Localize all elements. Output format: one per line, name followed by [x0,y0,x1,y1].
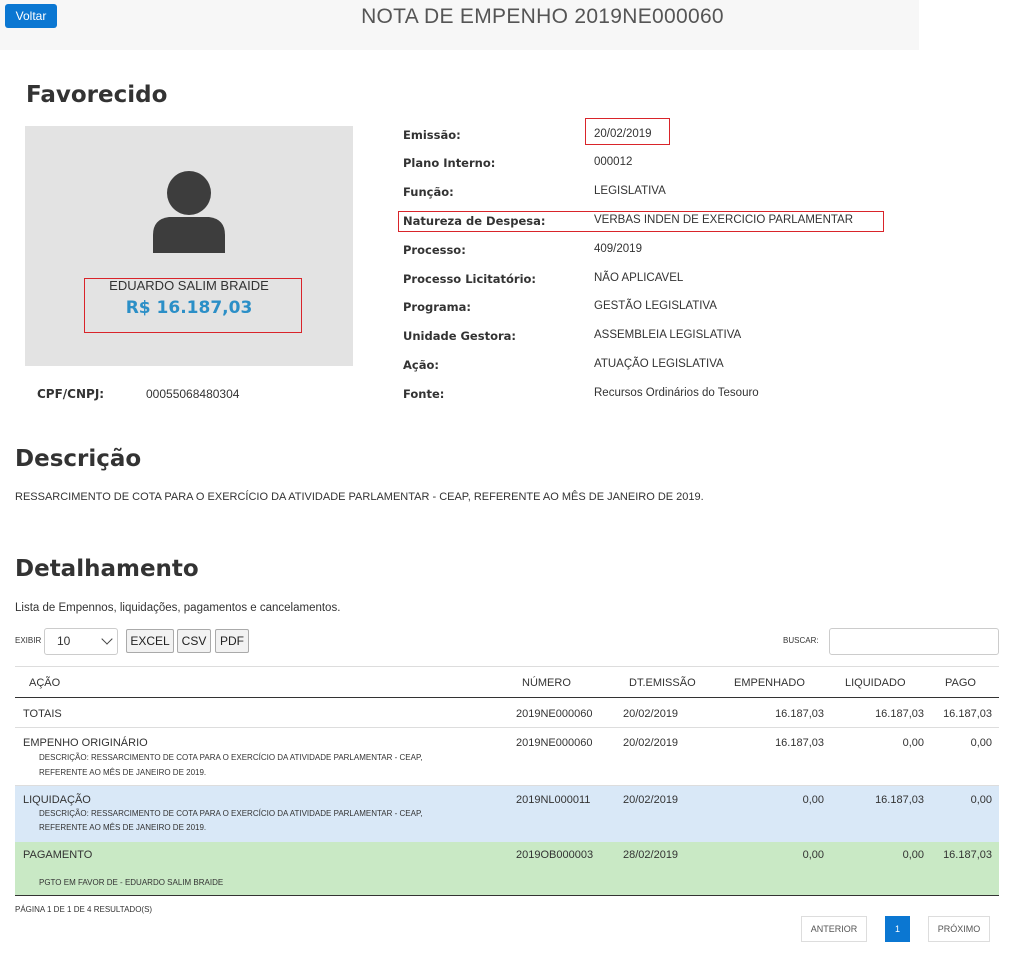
info-label: Emissão: [403,128,461,142]
next-page-button[interactable]: PRÓXIMO [928,916,990,942]
info-row-acao: Ação: ATUAÇÃO LEGISLATIVA [403,358,903,378]
column-header-dt-emissao[interactable]: DT.EMISSÃO [629,677,696,689]
cpf-value: 00055068480304 [146,387,240,401]
table-top-border [15,666,999,667]
info-label: Função: [403,185,454,199]
csv-button[interactable]: CSV [177,629,211,653]
table-row-empenho: EMPENHO ORIGINÁRIO DESCRIÇÃO: RESSARCIME… [15,728,999,786]
cell-liquidado: 16.187,03 [875,708,924,720]
info-value: GESTÃO LEGISLATIVA [594,300,717,312]
cell-acao: TOTAIS [23,708,62,720]
cell-description: REFERENTE AO MÊS DE JANEIRO DE 2019. [39,823,207,832]
cell-numero: 2019NL000011 [516,794,591,806]
table-row-liquidacao: LIQUIDAÇÃO DESCRIÇÃO: RESSARCIMENTO DE C… [15,786,999,842]
page-size-select[interactable]: 10 [44,628,118,655]
cell-numero: 2019NE000060 [516,708,593,720]
info-label: Fonte: [403,387,445,401]
highlight-box [398,211,884,232]
info-value: 409/2019 [594,243,642,255]
column-header-numero[interactable]: NÚMERO [522,677,571,689]
info-label: Ação: [403,358,439,372]
chevron-down-icon [101,633,113,645]
cell-description: PGTO EM FAVOR DE - EDUARDO SALIM BRAIDE [39,878,224,887]
info-row-plano-interno: Plano Interno: 000012 [403,156,903,176]
info-row-processo: Processo: 409/2019 [403,243,903,263]
cell-numero: 2019OB000003 [516,849,594,861]
previous-page-button[interactable]: ANTERIOR [801,916,867,942]
info-row-programa: Programa: GESTÃO LEGISLATIVA [403,300,903,320]
info-label: Unidade Gestora: [403,329,517,343]
info-value: ATUAÇÃO LEGISLATIVA [594,358,724,370]
info-value: LEGISLATIVA [594,185,666,197]
table-row-totais: TOTAIS 2019NE000060 20/02/2019 16.187,03… [15,698,999,728]
info-row-fonte: Fonte: Recursos Ordinários do Tesouro [403,387,903,407]
cell-data: 28/02/2019 [623,849,679,861]
cell-liquidado: 0,00 [902,849,924,861]
user-icon [153,171,225,253]
info-value: ASSEMBLEIA LEGISLATIVA [594,329,742,341]
page-title: NOTA DE EMPENHO 2019NE000060 [361,5,724,28]
pdf-button[interactable]: PDF [215,629,249,653]
info-row-unidade-gestora: Unidade Gestora: ASSEMBLEIA LEGISLATIVA [403,329,903,349]
highlight-box [84,278,302,333]
cell-description: DESCRIÇÃO: RESSARCIMENTO DE COTA PARA O … [39,809,423,818]
cell-pago: 16.187,03 [943,708,992,720]
cell-pago: 0,00 [970,737,992,749]
column-header-empenhado[interactable]: EMPENHADO [734,677,805,689]
cell-empenhado: 16.187,03 [775,737,824,749]
detalhamento-subtitle: Lista de Empennos, liquidações, pagament… [15,602,341,614]
cell-acao: PAGAMENTO [23,849,93,861]
current-page-button[interactable]: 1 [885,916,910,942]
descricao-heading: Descrição [15,446,142,472]
detalhamento-heading: Detalhamento [15,556,199,582]
exibir-label: EXIBIR [15,636,42,645]
column-header-acao[interactable]: AÇÃO [29,677,60,689]
info-label: Processo Licitatório: [403,272,537,286]
column-header-pago[interactable]: PAGO [945,677,976,689]
table-row-pagamento: PAGAMENTO PGTO EM FAVOR DE - EDUARDO SAL… [15,842,999,895]
info-label: Programa: [403,300,472,314]
highlight-box [585,118,670,145]
info-value: Recursos Ordinários do Tesouro [594,387,759,399]
buscar-label: BUSCAR: [783,636,819,645]
descricao-text: RESSARCIMENTO DE COTA PARA O EXERCÍCIO D… [15,491,704,503]
info-label: Processo: [403,243,466,257]
info-row-funcao: Função: LEGISLATIVA [403,185,903,205]
cell-empenhado: 16.187,03 [775,708,824,720]
pagination-info: PÁGINA 1 DE 1 DE 4 RESULTADO(S) [15,905,153,914]
column-header-liquidado[interactable]: LIQUIDADO [845,677,906,689]
cell-data: 20/02/2019 [623,737,679,749]
search-input[interactable] [829,628,999,655]
table-bottom-border [15,895,999,896]
cell-liquidado: 16.187,03 [875,794,924,806]
cell-pago: 0,00 [970,794,992,806]
excel-button[interactable]: EXCEL [126,629,174,653]
cell-data: 20/02/2019 [623,708,679,720]
cell-acao: LIQUIDAÇÃO [23,794,91,806]
info-value: NÃO APLICAVEL [594,272,684,284]
page-size-value: 10 [57,634,71,648]
cell-acao: EMPENHO ORIGINÁRIO [23,737,148,749]
info-value: 000012 [594,156,633,168]
cell-numero: 2019NE000060 [516,737,593,749]
cell-empenhado: 0,00 [802,849,824,861]
cell-description: DESCRIÇÃO: RESSARCIMENTO DE COTA PARA O … [39,753,423,762]
cell-data: 20/02/2019 [623,794,679,806]
cpf-label: CPF/CNPJ: [37,387,105,401]
cell-pago: 16.187,03 [943,849,992,861]
cell-description: REFERENTE AO MÊS DE JANEIRO DE 2019. [39,768,207,777]
info-label: Plano Interno: [403,156,496,170]
cell-liquidado: 0,00 [902,737,924,749]
cell-empenhado: 0,00 [802,794,824,806]
info-row-processo-licitatorio: Processo Licitatório: NÃO APLICAVEL [403,272,903,292]
favorecido-heading: Favorecido [26,82,168,108]
